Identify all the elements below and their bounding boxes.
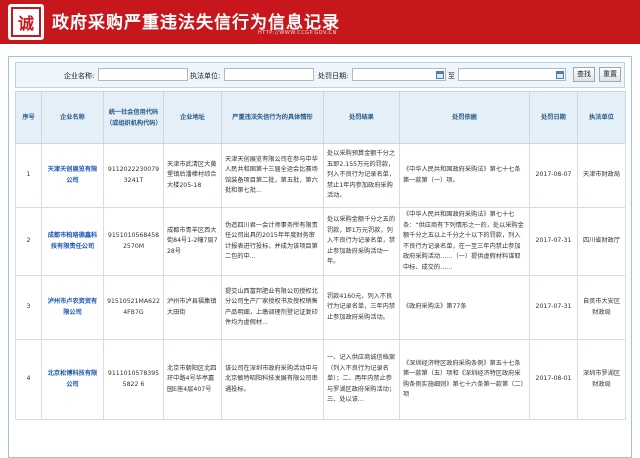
table-row: 2 成都市柏珞德鑫科技有限责任公司 91510105684582570M 成都市…: [15, 207, 626, 276]
date-separator: 至: [448, 72, 455, 80]
col-header-violation: 严重违法失信行为的具体情形: [221, 91, 324, 144]
date-to-field[interactable]: [458, 68, 566, 88]
company-input[interactable]: [98, 68, 188, 81]
col-header-index: 序号: [15, 91, 42, 144]
result-cell: 处以采购预算金额千分之五即2.155万元的罚款，列入不良行为记录名单，禁止1年内…: [323, 143, 400, 208]
unit-cell: 深圳市罗湖区财政局: [577, 339, 626, 420]
credit-code-cell: 91510105684582570M: [103, 207, 164, 276]
row-index: 2: [15, 207, 42, 276]
seal-icon: 诚: [11, 7, 41, 37]
col-header-unit: 执法单位: [577, 91, 626, 144]
unit-cell: 自贡市大安区财政局: [577, 275, 626, 340]
col-header-credit-code: 统一社会信用代码（或组织机构代码）: [103, 91, 164, 144]
credit-code-cell: 91120222300793241T: [103, 143, 164, 208]
address-cell: 天津市武清区大黄堡镇后潘棒村综合大楼205-18: [163, 143, 222, 208]
site-logo[interactable]: 诚: [8, 4, 44, 40]
col-header-company: 企业名称: [41, 91, 104, 144]
violation-cell: 该公司在深圳市政府采购活动中与北京敏特昭阳科技发展有限公司串通投标。: [221, 339, 324, 420]
company-name-cell: 成都市柏珞德鑫科技有限责任公司: [41, 207, 104, 276]
date-cell: 2017-07-31: [529, 275, 578, 340]
basis-cell: 《政府采购法》第77条: [399, 275, 530, 340]
row-index: 4: [15, 339, 42, 420]
table-row: 1 天津天创展览有限公司 91120222300793241T 天津市武清区大黄…: [15, 143, 626, 208]
unit-cell: 天津市财政局: [577, 143, 626, 208]
main-panel: 企业名称: 执法单位: 处罚日期: 至 查找 重置 序号 企业名称 统一社会信用…: [8, 56, 632, 458]
col-header-basis: 处罚依据: [399, 91, 530, 144]
violation-cell: 伪造四川君一会计师事务所有限责任公司出具的2015年年度财务审计报表进行投标，并…: [221, 207, 324, 276]
result-cell: 一、记入供应商诚信档案（列入不良行为记录名单）；二、两年内禁止参与罗湖区政府采购…: [323, 339, 400, 420]
company-link[interactable]: 北京松博科技有限公司: [48, 370, 98, 388]
calendar-icon[interactable]: [556, 71, 564, 79]
result-cell: 罚款4160元，列入不良行为记录名单，三年内禁止参加政府采购活动。: [323, 275, 400, 340]
date-from-input[interactable]: [353, 77, 445, 88]
basis-cell: 《深圳经济特区政府采购条例》第五十七条第一款第（五）项和《深圳经济特区政府采购条…: [399, 339, 530, 420]
date-cell: 2017-07-31: [529, 207, 578, 276]
calendar-icon[interactable]: [436, 71, 444, 79]
result-cell: 处以采购金额千分之五的罚款，即1万元罚款，列入不良行为记录名单，禁止参加政府采购…: [323, 207, 400, 276]
date-cell: 2017-08-01: [529, 339, 578, 420]
violation-cell: 天津天创展览有限公司在参与中华人民共和国第十三届全运会比赛场馆装备项目第二批，第…: [221, 143, 324, 208]
date-to-input[interactable]: [459, 77, 565, 88]
header-banner: 诚 政府采购严重违法失信行为信息记录 HTTP://WWW.CCGP.GOV.C…: [0, 0, 640, 44]
unit-label: 执法单位:: [190, 72, 221, 80]
date-label: 处罚日期:: [318, 72, 349, 80]
company-name-cell: 泸州市卢农资贸有限公司: [41, 275, 104, 340]
col-header-date: 处罚日期: [529, 91, 578, 144]
company-name-cell: 北京松博科技有限公司: [41, 339, 104, 420]
address-cell: 成都市青羊区西大街84号1-2幢7层728号: [163, 207, 222, 276]
row-index: 1: [15, 143, 42, 208]
company-label: 企业名称:: [64, 72, 95, 80]
credit-code-cell: 91110105783955822 6: [103, 339, 164, 420]
table-header-row: 序号 企业名称 统一社会信用代码（或组织机构代码） 企业地址 严重违法失信行为的…: [15, 91, 626, 144]
unit-cell: 四川省财政厅: [577, 207, 626, 276]
company-link[interactable]: 成都市柏珞德鑫科技有限责任公司: [48, 232, 98, 250]
table-row: 4 北京松博科技有限公司 91110105783955822 6 北京市朝阳区北…: [15, 339, 626, 420]
company-link[interactable]: 天津天创展览有限公司: [48, 166, 98, 184]
col-header-result: 处罚结果: [323, 91, 400, 144]
date-cell: 2017-08-07: [529, 143, 578, 208]
search-button[interactable]: 查找: [573, 67, 595, 82]
reset-button[interactable]: 重置: [599, 67, 621, 82]
site-url: HTTP://WWW.CCGP.GOV.CN: [258, 30, 337, 36]
address-cell: 北京市朝阳区北四环中路4号华亭嘉园E座4层407号: [163, 339, 222, 420]
unit-input[interactable]: [224, 68, 314, 81]
date-from-field[interactable]: [352, 68, 446, 88]
credit-code-cell: 91510521MA6224FB7G: [103, 275, 164, 340]
violation-cell: 提交山西富邦肥业有限公司授权北分公司生产厂家授权书及授权销售产品明细，上缴调理剂…: [221, 275, 324, 340]
col-header-address: 企业地址: [163, 91, 222, 144]
records-table: 序号 企业名称 统一社会信用代码（或组织机构代码） 企业地址 严重违法失信行为的…: [15, 91, 626, 420]
company-name-cell: 天津天创展览有限公司: [41, 143, 104, 208]
table-row: 3 泸州市卢农资贸有限公司 91510521MA6224FB7G 泸州市泸县福集…: [15, 275, 626, 340]
basis-cell: 《中华人民共和国政府采购法》第七十七条第一款第（一）项。: [399, 143, 530, 208]
search-bar: 企业名称: 执法单位: 处罚日期: 至 查找 重置: [15, 62, 625, 88]
basis-cell: 《中华人民共和国政府采购法》第七十七条：“供应商有下列情形之一的，处以采购金额千…: [399, 207, 530, 276]
address-cell: 泸州市泸县福集镇大田街: [163, 275, 222, 340]
row-index: 3: [15, 275, 42, 340]
company-link[interactable]: 泸州市卢农资贸有限公司: [48, 298, 98, 316]
